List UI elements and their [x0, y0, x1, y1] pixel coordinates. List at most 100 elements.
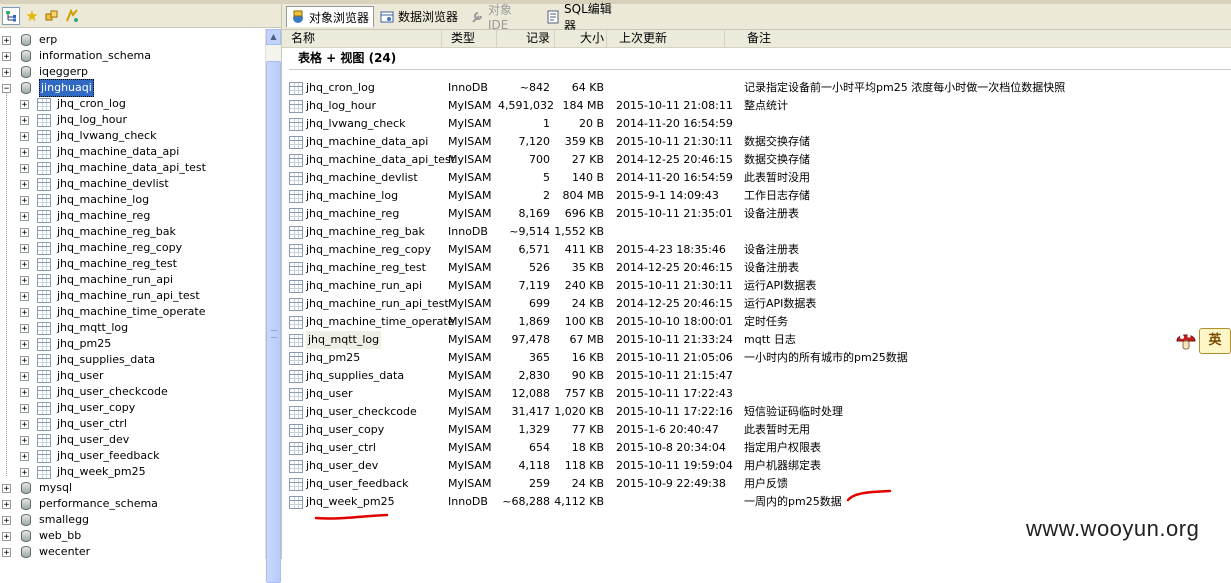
tree-table-jhq_machine_reg_bak[interactable]: + jhq_machine_reg_bak	[20, 224, 176, 240]
table-row[interactable]: jhq_user_feedback MyISAM 259 24 KB 2015-10-9…	[282, 475, 1231, 493]
expand-toggle-icon[interactable]: +	[20, 211, 29, 221]
expand-toggle-icon[interactable]: +	[20, 163, 29, 173]
star-icon[interactable]: ★	[24, 8, 40, 24]
tree-table-jhq_machine_data_api_test[interactable]: + jhq_machine_data_api_test	[20, 160, 206, 176]
tree-table-jhq_machine_run_api[interactable]: + jhq_machine_run_api	[20, 272, 173, 288]
table-row[interactable]: jhq_machine_run_api MyISAM 7,119 240 KB 2015…	[282, 277, 1231, 295]
tree-db-jinghuaqi[interactable]: − jinghuaqi	[2, 79, 94, 97]
table-row[interactable]: jhq_machine_reg MyISAM 8,169 696 KB 2015-10-…	[282, 205, 1231, 223]
column-size[interactable]: 大小	[555, 30, 607, 47]
tree-table-jhq_supplies_data[interactable]: + jhq_supplies_data	[20, 352, 155, 368]
tree-db-performance_schema[interactable]: + performance_schema	[2, 496, 158, 512]
expand-toggle-icon[interactable]: +	[20, 355, 29, 365]
expand-toggle-icon[interactable]: +	[2, 483, 11, 493]
tree-table-jhq_week_pm25[interactable]: + jhq_week_pm25	[20, 464, 146, 480]
table-row[interactable]: jhq_machine_time_operate MyISAM 1,869 100 K…	[282, 313, 1231, 331]
tree-db-wecenter[interactable]: + wecenter	[2, 544, 90, 559]
table-row[interactable]: jhq_log_hour MyISAM 4,591,032 184 MB 2015-10…	[282, 97, 1231, 115]
tree-view-icon[interactable]	[2, 6, 20, 25]
expand-toggle-icon[interactable]: +	[2, 499, 11, 509]
tab-data-browser[interactable]: 数据浏览器	[376, 6, 464, 27]
column-type[interactable]: 类型	[442, 30, 497, 47]
table-row[interactable]: jhq_week_pm25 InnoDB ~68,288 4,112 KB 一周内的pm…	[282, 493, 1231, 511]
column-updated[interactable]: 上次更新	[607, 30, 725, 47]
expand-toggle-icon[interactable]: +	[20, 243, 29, 253]
tree-table-jhq_log_hour[interactable]: + jhq_log_hour	[20, 112, 127, 128]
expand-toggle-icon[interactable]: +	[20, 179, 29, 189]
tree-db-erp[interactable]: + erp	[2, 32, 57, 48]
expand-toggle-icon[interactable]: +	[20, 339, 29, 349]
expand-toggle-icon[interactable]: +	[20, 195, 29, 205]
expand-toggle-icon[interactable]: +	[20, 259, 29, 269]
tree-table-jhq_user_copy[interactable]: + jhq_user_copy	[20, 400, 135, 416]
table-row[interactable]: jhq_user_dev MyISAM 4,118 118 KB 2015-10-11 …	[282, 457, 1231, 475]
tree-table-jhq_machine_reg[interactable]: + jhq_machine_reg	[20, 208, 150, 224]
expand-toggle-icon[interactable]: +	[20, 147, 29, 157]
table-row[interactable]: jhq_machine_reg_bak InnoDB ~9,514 1,552 KB	[282, 223, 1231, 241]
scroll-thumb[interactable]	[266, 61, 281, 583]
tree-table-jhq_lvwang_check[interactable]: + jhq_lvwang_check	[20, 128, 156, 144]
expand-toggle-icon[interactable]: +	[20, 467, 29, 477]
expand-toggle-icon[interactable]: +	[20, 435, 29, 445]
scroll-up-arrow-icon[interactable]: ▲	[266, 29, 281, 45]
tab-sql-editor[interactable]: SQL编辑器	[542, 2, 624, 33]
tree-table-jhq_mqtt_log[interactable]: + jhq_mqtt_log	[20, 320, 128, 336]
expand-toggle-icon[interactable]: +	[20, 99, 29, 109]
expand-toggle-icon[interactable]: +	[2, 67, 11, 77]
table-row[interactable]: jhq_machine_reg_copy MyISAM 6,571 411 KB 201…	[282, 241, 1231, 259]
expand-toggle-icon[interactable]: +	[20, 307, 29, 317]
expand-toggle-icon[interactable]: +	[20, 291, 29, 301]
expand-toggle-icon[interactable]: +	[2, 515, 11, 525]
expand-toggle-icon[interactable]: +	[2, 547, 11, 557]
table-row[interactable]: jhq_machine_devlist MyISAM 5 140 B 2014-11-2…	[282, 169, 1231, 187]
expand-toggle-icon[interactable]: +	[20, 115, 29, 125]
table-row[interactable]: jhq_machine_data_api MyISAM 7,120 359 KB 201…	[282, 133, 1231, 151]
tree-table-jhq_machine_time_operate[interactable]: + jhq_machine_time_operate	[20, 304, 205, 320]
query-icon[interactable]	[64, 8, 80, 24]
table-row[interactable]: jhq_machine_log MyISAM 2 804 MB 2015-9-1 14:…	[282, 187, 1231, 205]
tree-db-mysql[interactable]: + mysql	[2, 480, 72, 496]
tab-wrench[interactable]: 对象 IDE	[466, 3, 540, 32]
table-row[interactable]: jhq_machine_run_api_test MyISAM 699 24 KB 20…	[282, 295, 1231, 313]
tree-table-jhq_cron_log[interactable]: + jhq_cron_log	[20, 96, 126, 112]
tree-table-jhq_user_checkcode[interactable]: + jhq_user_checkcode	[20, 384, 168, 400]
table-row[interactable]: jhq_pm25 MyISAM 365 16 KB 2015-10-11 21:05:0…	[282, 349, 1231, 367]
tree-db-web_bb[interactable]: + web_bb	[2, 528, 81, 544]
tree-db-iqeggerp[interactable]: + iqeggerp	[2, 64, 88, 80]
tab-object-browser[interactable]: 对象浏览器	[286, 6, 374, 27]
tree-table-jhq_machine_log[interactable]: + jhq_machine_log	[20, 192, 149, 208]
tree-table-jhq_user[interactable]: + jhq_user	[20, 368, 104, 384]
column-records[interactable]: 记录	[497, 30, 555, 47]
expand-toggle-icon[interactable]: +	[2, 51, 11, 61]
tree-table-jhq_pm25[interactable]: + jhq_pm25	[20, 336, 111, 352]
expand-toggle-icon[interactable]: +	[20, 419, 29, 429]
ime-indicator[interactable]: 英	[1175, 328, 1231, 354]
tree-table-jhq_machine_reg_test[interactable]: + jhq_machine_reg_test	[20, 256, 177, 272]
tree-table-jhq_user_ctrl[interactable]: + jhq_user_ctrl	[20, 416, 127, 432]
expand-toggle-icon[interactable]: +	[20, 451, 29, 461]
expand-toggle-icon[interactable]: +	[20, 227, 29, 237]
tree-table-jhq_user_dev[interactable]: + jhq_user_dev	[20, 432, 129, 448]
expand-toggle-icon[interactable]: +	[20, 403, 29, 413]
table-row[interactable]: jhq_user_copy MyISAM 1,329 77 KB 2015-1-6 20…	[282, 421, 1231, 439]
tree-table-jhq_machine_data_api[interactable]: + jhq_machine_data_api	[20, 144, 179, 160]
table-row[interactable]: jhq_mqtt_log MyISAM 97,478 67 MB 2015-10-11 …	[282, 331, 1231, 349]
table-row[interactable]: jhq_machine_reg_test MyISAM 526 35 KB 2014-1…	[282, 259, 1231, 277]
column-name[interactable]: 名称	[287, 30, 442, 47]
table-row[interactable]: jhq_lvwang_check MyISAM 1 20 B 2014-11-20 16…	[282, 115, 1231, 133]
column-comment[interactable]: 备注	[725, 30, 1231, 47]
tree-db-smallegg[interactable]: + smallegg	[2, 512, 89, 528]
tree-table-jhq_machine_reg_copy[interactable]: + jhq_machine_reg_copy	[20, 240, 182, 256]
tree-table-jhq_machine_run_api_test[interactable]: + jhq_machine_run_api_test	[20, 288, 200, 304]
table-row[interactable]: jhq_supplies_data MyISAM 2,830 90 KB 2015-10…	[282, 367, 1231, 385]
expand-toggle-icon[interactable]: +	[20, 387, 29, 397]
table-row[interactable]: jhq_user_ctrl MyISAM 654 18 KB 2015-10-8 20:…	[282, 439, 1231, 457]
expand-toggle-icon[interactable]: +	[20, 323, 29, 333]
ime-lang-label[interactable]: 英	[1199, 328, 1231, 354]
expand-toggle-icon[interactable]: +	[20, 371, 29, 381]
expand-toggle-icon[interactable]: +	[20, 275, 29, 285]
expand-toggle-icon[interactable]: +	[2, 531, 11, 541]
tree-scrollbar[interactable]: ▲	[265, 29, 281, 583]
tree-table-jhq_user_feedback[interactable]: + jhq_user_feedback	[20, 448, 160, 464]
expand-toggle-icon[interactable]: +	[20, 131, 29, 141]
